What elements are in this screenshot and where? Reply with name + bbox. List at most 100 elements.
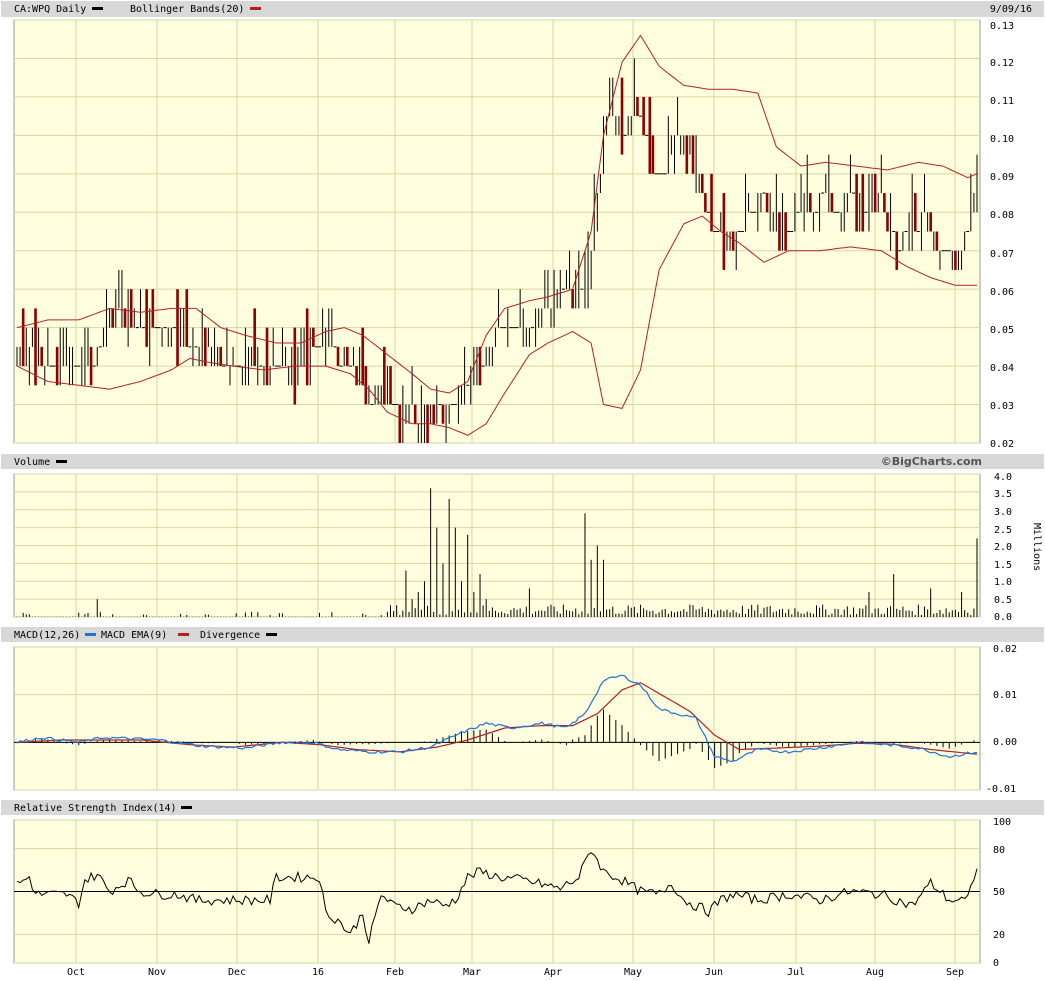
price-bar	[929, 212, 932, 232]
price-bar	[40, 346, 43, 367]
divergence-legend-swatch	[266, 633, 277, 636]
x-tick-label: 16	[312, 967, 324, 978]
price-bar	[111, 308, 114, 328]
price-bar	[685, 135, 689, 174]
price-tick-label: 0.06	[990, 287, 1014, 298]
price-bar	[336, 346, 340, 367]
price-bar	[129, 289, 133, 328]
price-bar	[895, 231, 899, 270]
x-tick-label: Apr	[544, 967, 562, 978]
price-bar	[648, 96, 652, 174]
volume-tick-label: 2.5	[994, 525, 1012, 536]
rsi-legend-swatch	[181, 806, 192, 809]
price-bar	[935, 231, 939, 251]
volume-tick-label: 3.0	[994, 507, 1012, 518]
price-bar	[413, 404, 417, 424]
price-bar	[145, 289, 148, 347]
price-tick-label: 0.03	[990, 401, 1014, 412]
bollinger-label: Bollinger Bands(20)	[130, 4, 244, 15]
price-bar	[21, 308, 25, 367]
price-bar	[55, 346, 59, 386]
price-bar	[642, 96, 645, 136]
price-bar	[203, 327, 207, 367]
price-bar	[185, 289, 189, 347]
rsi-tick-label: 20	[993, 930, 1005, 941]
price-bar	[123, 308, 127, 328]
price-bar	[704, 193, 707, 213]
volume-legend-swatch	[56, 460, 67, 463]
price-bar	[954, 250, 957, 270]
price-bar	[355, 366, 358, 386]
volume-tick-label: 1.5	[994, 560, 1012, 571]
price-bar	[305, 308, 309, 386]
price-bar	[913, 193, 917, 232]
macd-tick-label: 0.00	[993, 737, 1017, 748]
bollinger-legend-swatch	[250, 7, 261, 10]
rsi-tick-label: 80	[993, 845, 1005, 856]
price-bar	[389, 366, 392, 405]
macd-ema-label: MACD EMA(9)	[101, 630, 167, 641]
price-bar	[34, 308, 37, 386]
price-bar	[731, 231, 735, 251]
volume-label: Volume	[14, 457, 50, 468]
x-tick-label: Jun	[705, 967, 723, 978]
price-bar	[398, 404, 402, 443]
x-tick-label: Dec	[228, 967, 246, 978]
rsi-label: Relative Strength Index(14)	[14, 803, 177, 814]
price-bar	[571, 289, 574, 309]
macd-label: MACD(12,26)	[14, 630, 80, 641]
price-tick-label: 0.02	[990, 439, 1014, 450]
macd-ema-legend-swatch	[178, 633, 189, 636]
price-bar	[886, 212, 889, 232]
macd-panel	[13, 646, 981, 791]
price-tick-label: 0.04	[990, 363, 1014, 374]
price-bar	[784, 212, 787, 251]
macd-tick-label: 0.01	[993, 690, 1017, 701]
price-bar	[778, 212, 781, 251]
macd-legend-swatch	[85, 633, 96, 636]
price-bar	[861, 173, 865, 232]
price-tick-label: 0.05	[990, 325, 1014, 336]
price-bar	[765, 193, 769, 213]
price-bar	[830, 193, 834, 213]
price-bar	[345, 346, 349, 367]
price-panel	[13, 19, 981, 444]
x-tick-label: Jul	[787, 967, 805, 978]
price-bar	[89, 346, 93, 386]
volume-tick-label: 2.0	[994, 542, 1012, 553]
price-bar	[809, 193, 812, 213]
price-tick-label: 0.08	[990, 210, 1014, 221]
price-bar	[620, 77, 624, 155]
volume-tick-label: 1.0	[994, 577, 1012, 588]
symbol-label: CA:WPQ Daily	[14, 4, 86, 15]
x-tick-label: Feb	[386, 967, 404, 978]
volume-tick-label: 0.0	[994, 612, 1012, 623]
price-tick-label: 0.10	[990, 134, 1014, 145]
price-bar	[883, 193, 886, 213]
macd-tick-label: -0.01	[986, 784, 1016, 795]
price-bar	[441, 404, 445, 424]
x-tick-label: Nov	[148, 967, 166, 978]
price-bar	[219, 346, 223, 367]
x-tick-label: Aug	[866, 967, 884, 978]
x-tick-label: Sep	[946, 967, 964, 978]
price-tick-label: 0.09	[990, 172, 1014, 183]
price-bar	[383, 346, 386, 405]
price-tick-label: 0.12	[990, 58, 1014, 69]
rsi-y-ticks: 0 20 50 80 100	[993, 817, 1011, 969]
price-tick-label: 0.07	[990, 249, 1014, 260]
price-bar	[432, 404, 436, 424]
price-tick-label: 0.11	[990, 96, 1014, 107]
price-bar	[700, 173, 704, 194]
price-tick-label: 0.13	[990, 21, 1014, 32]
divergence-label: Divergence	[200, 630, 260, 641]
bigcharts-brand: ©BigCharts.com	[881, 455, 982, 468]
x-tick-label: Mar	[463, 967, 481, 978]
price-bar	[691, 135, 695, 174]
macd-y-ticks: -0.01 0.00 0.01 0.02	[986, 644, 1017, 795]
volume-tick-label: 0.5	[994, 595, 1012, 606]
rsi-tick-label: 100	[993, 817, 1011, 828]
price-bar	[265, 327, 269, 386]
rsi-tick-label: 0	[993, 958, 999, 969]
x-tick-label: May	[624, 967, 642, 978]
